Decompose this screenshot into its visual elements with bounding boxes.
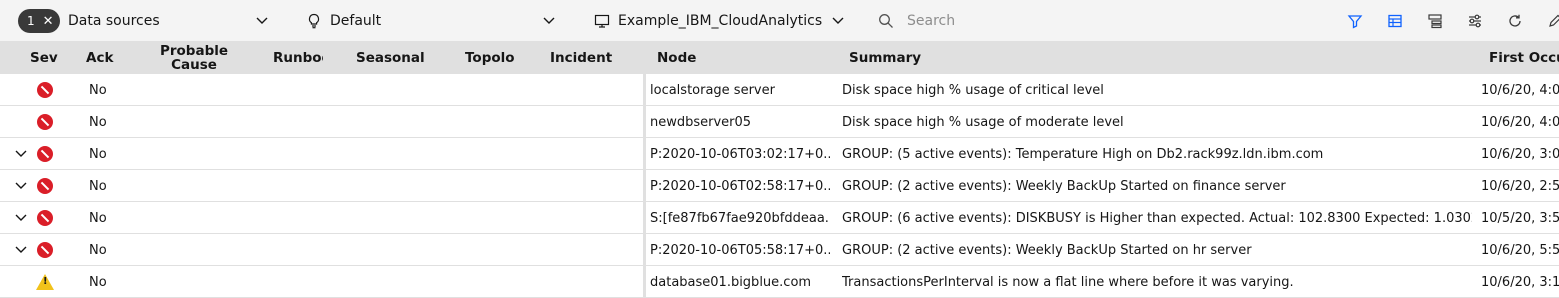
table-row[interactable]: No P:2020-10-06T05:58:17+0... GROUP: (2 … [0,234,1559,266]
severity-critical-icon [37,170,57,202]
search-field[interactable]: Search [878,0,1318,42]
table-icon[interactable] [1385,11,1405,31]
summary-cell: GROUP: (6 active events): DISKBUSY is Hi… [842,210,1472,226]
tenant-dropdown[interactable]: Example_IBM_CloudAnalytics [594,0,822,42]
node-cell: P:2020-10-06T02:58:17+0... [650,178,830,194]
first-occurrence-cell: 10/6/20, 3:0 [1481,146,1559,162]
node-cell: P:2020-10-06T03:02:17+0... [650,146,830,162]
table-row[interactable]: No newdbserver05 Disk space high % usage… [0,106,1559,138]
ack-cell: No [89,82,107,98]
ack-cell: No [89,146,107,162]
node-cell: database01.bigblue.com [650,274,812,290]
search-icon [879,14,893,28]
data-sources-dropdown[interactable]: Data sources [68,0,160,42]
edit-icon[interactable] [1545,11,1559,31]
ack-cell: No [89,114,107,130]
col-header-sev[interactable]: Sev [30,42,70,74]
lightbulb-icon [308,13,320,29]
summary-cell: GROUP: (2 active events): Weekly BackUp … [842,178,1286,194]
first-occurrence-cell: 10/5/20, 3:5 [1481,210,1559,226]
node-cell: S:[fe87fb67fae920bfddeaa... [650,210,830,226]
refresh-icon[interactable] [1505,11,1525,31]
ack-cell: No [89,274,107,290]
severity-critical-icon [37,202,57,234]
severity-critical-icon [37,234,57,266]
settings-sliders-icon[interactable] [1465,11,1485,31]
col-header-first-occurrence[interactable]: First Occurr [1489,42,1559,74]
summary-cell: Disk space high % usage of critical leve… [842,82,1104,98]
summary-cell: GROUP: (5 active events): Temperature Hi… [842,146,1324,162]
col-header-summary[interactable]: Summary [849,42,969,74]
expand-chevron-icon[interactable] [14,202,28,234]
clear-filter-icon[interactable]: ✕ [43,15,54,28]
filter-count-tag[interactable]: 1 ✕ [18,9,60,33]
ack-cell: No [89,178,107,194]
pinned-columns-divider[interactable] [643,42,646,298]
filter-icon[interactable] [1345,11,1365,31]
table-row[interactable]: No P:2020-10-06T02:58:17+0... GROUP: (2 … [0,170,1559,202]
table-row[interactable]: No localstorage server Disk space high %… [0,74,1559,106]
view-dropdown[interactable]: Default [306,0,381,42]
search-input[interactable]: Search [907,13,955,29]
node-cell: newdbserver05 [650,114,752,130]
col-header-topology[interactable]: Topolog [465,42,515,74]
severity-critical-icon [37,74,57,106]
table-row[interactable]: ! No database01.bigblue.com Transactions… [0,266,1559,298]
chevron-down-icon[interactable] [255,13,269,27]
summary-cell: GROUP: (2 active events): Weekly BackUp … [842,242,1252,258]
col-header-probable-cause[interactable]: Probable Cause [150,42,238,74]
first-occurrence-cell: 10/6/20, 5:5 [1481,242,1559,258]
expand-chevron-icon[interactable] [14,234,28,266]
summary-cell: Disk space high % usage of moderate leve… [842,114,1124,130]
data-sources-label: Data sources [68,13,160,29]
expand-chevron-icon[interactable] [14,170,28,202]
severity-warning-icon: ! [36,266,56,298]
table-header: Sev Ack Probable Cause Runboo Seasonal T… [0,42,1559,74]
summary-cell: TransactionsPerInterval is now a flat li… [842,274,1294,290]
severity-critical-icon [37,106,57,138]
chevron-down-icon[interactable] [542,13,556,27]
tenant-label: Example_IBM_CloudAnalytics [618,13,823,29]
col-header-seasonal[interactable]: Seasonal [356,42,436,74]
chevron-down-icon[interactable] [831,13,845,27]
col-header-ack[interactable]: Ack [86,42,136,74]
table-row[interactable]: No S:[fe87fb67fae920bfddeaa... GROUP: (6… [0,202,1559,234]
toolbar: 1 ✕ Data sources Default Example_IBM_Clo… [0,0,1559,42]
filter-count: 1 [27,14,35,28]
first-occurrence-cell: 10/6/20, 3:1 [1481,274,1559,290]
ack-cell: No [89,210,107,226]
expand-chevron-icon[interactable] [14,138,28,170]
col-header-incident[interactable]: Incident [550,42,630,74]
monitor-icon [594,14,610,28]
col-header-node[interactable]: Node [657,42,757,74]
col-header-runbook[interactable]: Runboo [273,42,323,74]
first-occurrence-cell: 10/6/20, 2:5 [1481,178,1559,194]
view-label: Default [330,13,382,29]
group-icon[interactable] [1425,11,1445,31]
first-occurrence-cell: 10/6/20, 4:0 [1481,114,1559,130]
table-row[interactable]: No P:2020-10-06T03:02:17+0... GROUP: (5 … [0,138,1559,170]
first-occurrence-cell: 10/6/20, 4:0 [1481,82,1559,98]
severity-critical-icon [37,138,57,170]
node-cell: P:2020-10-06T05:58:17+0... [650,242,830,258]
node-cell: localstorage server [650,82,775,98]
ack-cell: No [89,242,107,258]
